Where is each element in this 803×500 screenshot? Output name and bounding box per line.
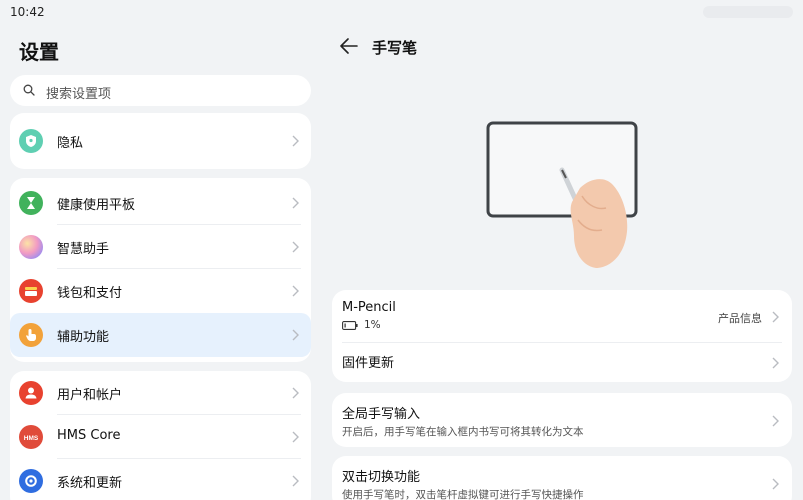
chevron-right-icon [772,415,779,427]
chevron-right-icon [772,311,779,323]
search-placeholder: 搜索设置项 [46,87,112,102]
double-tap-card[interactable]: 双击切换功能 使用手写笔时，双击笔杆虚拟键可进行手写快捷操作 [332,456,792,500]
status-time: 10:42 [10,5,45,19]
settings-title: 设置 [19,40,59,64]
stylus-detail-pane: 手写笔 M-Pencil 1% 产品信息 固件更新 全局手写输入 开启后，用手写… [320,24,803,500]
sidebar-item-healthy-use[interactable]: 健康使用平板 [10,181,311,225]
device-info-row[interactable]: M-Pencil 1% 产品信息 [332,290,792,342]
status-icons [703,6,793,18]
sidebar-item-privacy[interactable]: 隐私 [10,119,311,163]
firmware-update-row[interactable]: 固件更新 [332,343,792,382]
hourglass-icon [19,191,43,215]
sidebar-item-label: 钱包和支付 [57,286,123,301]
sidebar-item-label: 用户和帐户 [57,388,123,403]
product-info-link[interactable]: 产品信息 [718,310,762,326]
chevron-right-icon [772,478,779,490]
global-handwriting-desc: 开启后，用手写笔在输入框内书写可将其转化为文本 [342,426,584,438]
chevron-right-icon [292,285,299,297]
chevron-right-icon [292,241,299,253]
firmware-update-label: 固件更新 [342,356,395,371]
sidebar-item-accessibility[interactable]: 辅助功能 [10,313,311,357]
chevron-right-icon [292,135,299,147]
battery-icon [342,321,358,330]
sidebar-item-label: 隐私 [57,136,84,151]
sidebar-item-label: 辅助功能 [57,330,110,345]
chevron-right-icon [292,329,299,341]
settings-pane: 设置 搜索设置项 隐私 健康使用平板 智慧助手 钱包和支付 辅助功能 用户和帐户… [0,24,320,500]
device-name: M-Pencil [342,300,396,315]
hand-pointer-icon [19,323,43,347]
assistant-orb-icon [19,235,43,259]
system-update-icon [19,469,43,493]
settings-group-account: 用户和帐户 HMS HMS Core 系统和更新 [10,371,311,500]
sidebar-item-hms-core[interactable]: HMS HMS Core [10,415,311,459]
wallet-icon [19,279,43,303]
chevron-right-icon [292,431,299,443]
global-handwriting-card[interactable]: 全局手写输入 开启后，用手写笔在输入框内书写可将其转化为文本 [332,393,792,447]
sidebar-item-label: HMS Core [57,428,121,443]
settings-group-privacy: 隐私 [10,113,311,169]
sidebar-item-users-accounts[interactable]: 用户和帐户 [10,371,311,415]
chevron-right-icon [292,387,299,399]
chevron-right-icon [292,197,299,209]
double-tap-desc: 使用手写笔时，双击笔杆虚拟键可进行手写快捷操作 [342,489,584,500]
global-handwriting-title: 全局手写输入 [342,407,421,422]
sidebar-item-label: 系统和更新 [57,476,123,491]
hms-icon-text: HMS [24,435,39,442]
battery-level: 1% [364,319,381,331]
sidebar-item-smart-assistant[interactable]: 智慧助手 [10,225,311,269]
pencil-info-card: M-Pencil 1% 产品信息 固件更新 [332,290,792,382]
sidebar-item-label: 智慧助手 [57,242,110,257]
chevron-right-icon [772,357,779,369]
shield-icon [19,129,43,153]
sidebar-item-wallet[interactable]: 钱包和支付 [10,269,311,313]
status-bar: 10:42 [0,0,803,24]
double-tap-title: 双击切换功能 [342,470,421,485]
search-input[interactable]: 搜索设置项 [10,75,311,106]
page-title: 手写笔 [372,39,418,57]
search-icon [23,84,35,96]
stylus-illustration [486,121,638,268]
back-arrow-icon[interactable] [340,38,358,54]
user-icon [19,381,43,405]
chevron-right-icon [292,475,299,487]
sidebar-item-system-update[interactable]: 系统和更新 [10,459,311,500]
settings-group-features: 健康使用平板 智慧助手 钱包和支付 辅助功能 [10,178,311,362]
hms-icon: HMS [19,425,43,449]
sidebar-item-label: 健康使用平板 [57,198,136,213]
